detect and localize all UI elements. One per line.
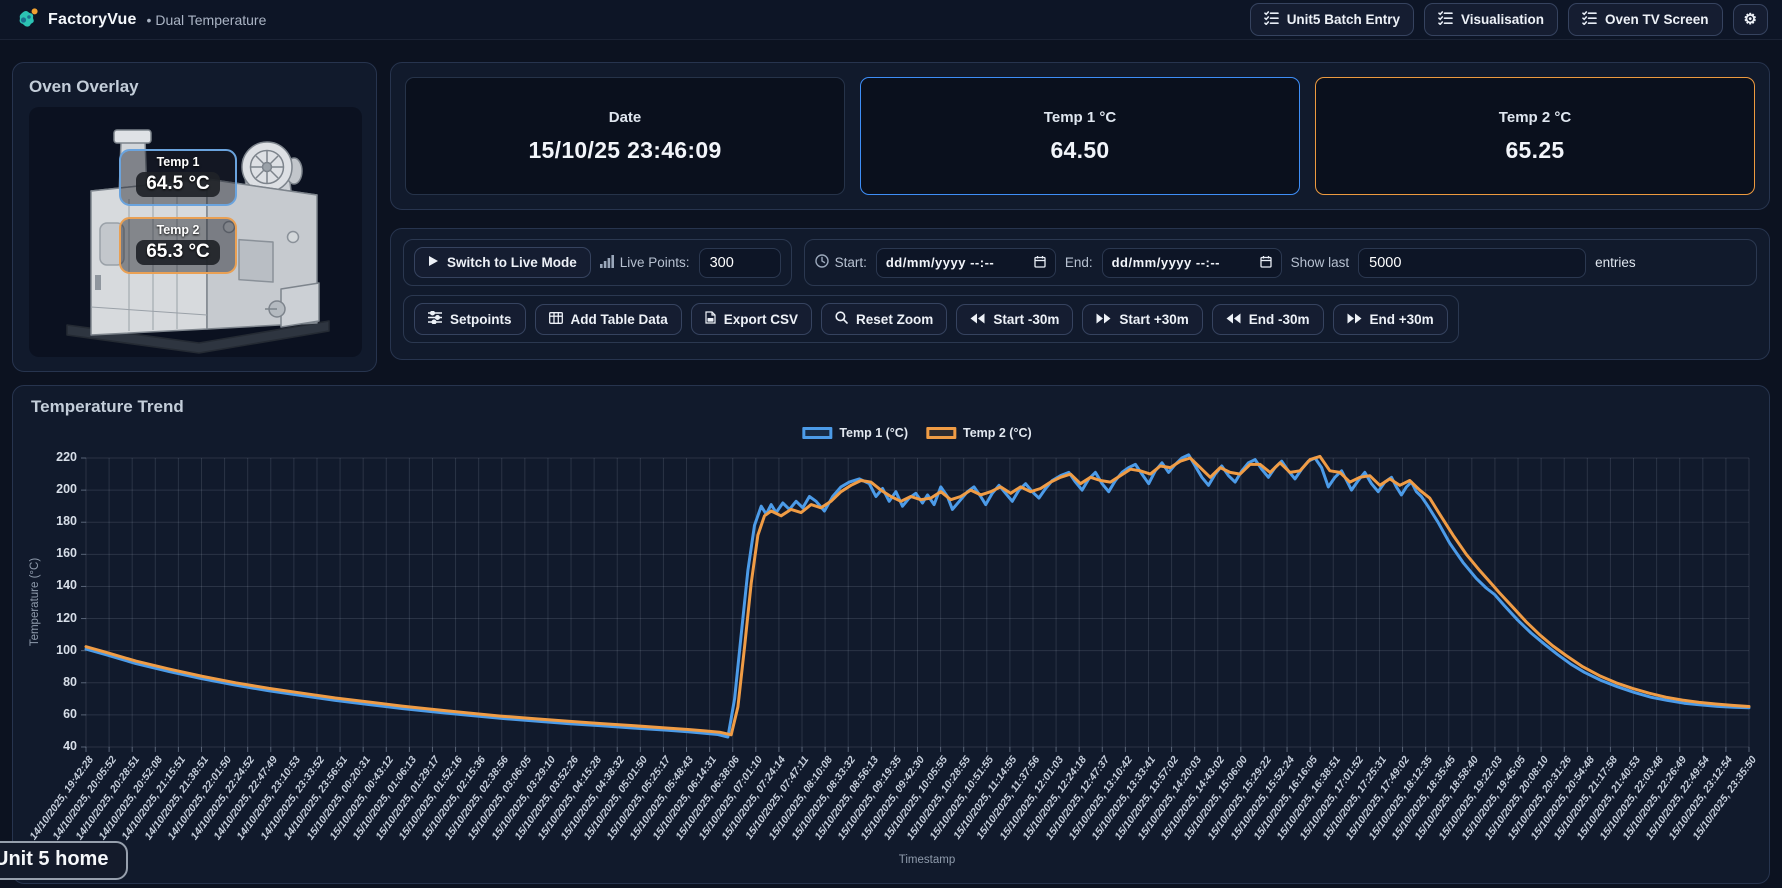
temp2-probe-label: Temp 2: [156, 223, 200, 237]
start-plus-30m-button[interactable]: Start +30m: [1082, 303, 1203, 335]
live-mode-group: Switch to Live Mode Live Points:: [403, 239, 792, 286]
temp2-legend-swatch: [926, 427, 956, 439]
trend-plot: [81, 453, 1751, 752]
start-label: Start:: [814, 254, 867, 271]
temp1-card-label: Temp 1 °C: [1043, 108, 1117, 126]
y-tick-label: 180: [56, 514, 77, 529]
temp1-probe-value: 64.5 °C: [136, 172, 220, 197]
oven-overlay-panel: Oven Overlay Temp 1 64.5 °C Temp 2 65.3 …: [12, 62, 377, 372]
legend-item-temp1[interactable]: Temp 1 (°C): [802, 426, 908, 440]
plot-area[interactable]: [81, 453, 1751, 752]
temp2-probe-value: 65.3 °C: [136, 240, 220, 265]
list-check-icon: [1438, 11, 1453, 28]
date-card-value: 15/10/25 23:46:09: [528, 136, 722, 163]
setpoints-button[interactable]: Setpoints: [414, 303, 526, 335]
y-tick-label: 40: [63, 739, 77, 753]
list-check-icon: [1582, 11, 1597, 28]
temp2-probe-badge[interactable]: Temp 2 65.3 °C: [119, 217, 237, 274]
bars-icon: [599, 254, 614, 271]
switch-live-mode-button[interactable]: Switch to Live Mode: [414, 247, 591, 278]
y-tick-label: 100: [56, 642, 77, 657]
nav-button-label: Unit5 Batch Entry: [1286, 12, 1400, 27]
y-tick-label: 220: [56, 450, 77, 464]
end-minus-30m-button[interactable]: End -30m: [1211, 303, 1324, 335]
end-label: End:: [1064, 255, 1093, 270]
start-datetime-placeholder: dd/mm/yyyy --:--: [885, 255, 995, 270]
end-plus-30m-button[interactable]: End +30m: [1332, 303, 1448, 335]
oven-stage: Temp 1 64.5 °C Temp 2 65.3 °C: [29, 107, 362, 357]
export-csv-button[interactable]: Export CSV: [690, 303, 813, 335]
chart-legend: Temp 1 (°C) Temp 2 (°C): [802, 426, 1032, 440]
legend-item-temp2[interactable]: Temp 2 (°C): [926, 426, 1032, 440]
date-card: Date 15/10/25 23:46:09: [405, 77, 845, 195]
show-last-input[interactable]: [1358, 247, 1587, 278]
rewind-icon: [1226, 312, 1241, 327]
show-last-label: Show last: [1290, 255, 1350, 270]
chart-actions-group: Setpoints Add Table Data Export CSV Rese…: [403, 295, 1459, 343]
navbar-actions: Unit5 Batch Entry Visualisation Oven TV …: [1249, 3, 1768, 36]
y-tick-label: 160: [56, 546, 77, 561]
nav-button-label: Oven TV Screen: [1605, 12, 1709, 27]
temp1-probe-label: Temp 1: [156, 155, 200, 169]
unit5-home-button[interactable]: Unit 5 home: [0, 841, 129, 880]
start-datetime-input[interactable]: dd/mm/yyyy --:--: [875, 247, 1056, 278]
y-axis-title: Temperature (°C): [29, 557, 41, 647]
nav-button-label: Visualisation: [1460, 12, 1544, 27]
table-icon: [548, 311, 563, 327]
temp2-card[interactable]: Temp 2 °C 65.25: [1315, 77, 1755, 195]
y-tick-label: 80: [63, 674, 77, 689]
controls-row-2: Setpoints Add Table Data Export CSV Rese…: [403, 295, 1757, 343]
chart-title: Temperature Trend: [31, 397, 184, 416]
end-datetime-placeholder: dd/mm/yyyy --:--: [1111, 255, 1221, 270]
stat-cards-panel: Date 15/10/25 23:46:09 Temp 1 °C 64.50 T…: [390, 62, 1770, 210]
temp2-card-label: Temp 2 °C: [1498, 108, 1572, 126]
time-range-group: Start: dd/mm/yyyy --:-- End: dd/mm/yyyy …: [803, 239, 1757, 286]
rewind-icon: [970, 312, 985, 327]
fast-forward-icon: [1347, 312, 1362, 327]
calendar-icon[interactable]: [1034, 255, 1046, 271]
controls-row-1: Switch to Live Mode Live Points: Start: …: [403, 239, 1757, 286]
temp1-legend-swatch: [802, 427, 833, 439]
sliders-icon: [427, 310, 443, 327]
live-points-input[interactable]: [698, 247, 781, 278]
magnifier-icon: [835, 311, 848, 327]
reset-zoom-button[interactable]: Reset Zoom: [821, 303, 948, 335]
nav-oven-tv-screen-button[interactable]: Oven TV Screen: [1568, 3, 1723, 36]
start-minus-30m-button[interactable]: Start -30m: [956, 303, 1074, 335]
date-card-label: Date: [608, 108, 642, 126]
y-tick-label: 60: [63, 706, 77, 721]
y-tick-label: 200: [56, 482, 77, 497]
entries-label: entries: [1595, 255, 1636, 270]
top-navbar: FactoryVue • Dual Temperature Unit5 Batc…: [0, 0, 1782, 40]
end-datetime-input[interactable]: dd/mm/yyyy --:--: [1101, 247, 1282, 278]
add-table-data-button[interactable]: Add Table Data: [534, 303, 682, 335]
nav-unit5-batch-entry-button[interactable]: Unit5 Batch Entry: [1249, 3, 1414, 36]
temp1-card-value: 64.50: [1050, 136, 1110, 163]
live-points-label: Live Points:: [599, 254, 690, 271]
temp2-legend-label: Temp 2 (°C): [963, 426, 1032, 440]
temp2-card-value: 65.25: [1505, 136, 1565, 163]
file-csv-icon: [705, 311, 716, 327]
switch-live-mode-label: Switch to Live Mode: [447, 255, 577, 270]
settings-button[interactable]: ⚙: [1732, 4, 1768, 35]
clock-icon: [814, 254, 829, 271]
gear-icon: ⚙: [1743, 11, 1757, 28]
temperature-trend-panel: Temperature Trend Temp 1 (°C) Temp 2 (°C…: [12, 385, 1770, 884]
calendar-icon[interactable]: [1259, 255, 1272, 271]
temp1-probe-badge[interactable]: Temp 1 64.5 °C: [119, 149, 237, 206]
play-icon: [428, 255, 439, 270]
temp1-legend-label: Temp 1 (°C): [839, 426, 908, 440]
controls-panel: Switch to Live Mode Live Points: Start: …: [390, 228, 1770, 360]
temp1-card[interactable]: Temp 1 °C 64.50: [860, 77, 1300, 195]
oven-overlay-title: Oven Overlay: [29, 77, 139, 96]
app-logo-icon: [14, 7, 38, 32]
page-title: • Dual Temperature: [146, 11, 267, 28]
list-check-icon: [1263, 11, 1279, 28]
fast-forward-icon: [1096, 312, 1111, 327]
x-axis-title: Timestamp: [898, 854, 956, 866]
app-brand: FactoryVue: [48, 10, 137, 28]
nav-visualisation-button[interactable]: Visualisation: [1423, 3, 1558, 36]
y-tick-label: 140: [56, 578, 77, 593]
y-tick-label: 120: [56, 610, 77, 625]
